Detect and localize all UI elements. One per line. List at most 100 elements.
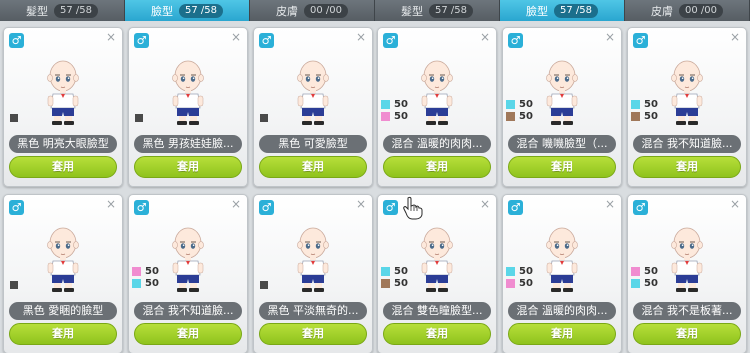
apply-button[interactable]: 套用 bbox=[383, 323, 491, 345]
tab-count: 57 /58 bbox=[429, 3, 473, 18]
apply-button[interactable]: 套用 bbox=[383, 156, 491, 178]
tab-count: 57 /58 bbox=[179, 3, 223, 18]
apply-button[interactable]: 套用 bbox=[633, 156, 741, 178]
face-name-label: 混合 雙色瞳臉型... bbox=[383, 302, 491, 320]
mix-ratio: 50 bbox=[519, 265, 533, 277]
mix-row: 50 bbox=[506, 110, 546, 122]
apply-button[interactable]: 套用 bbox=[508, 156, 616, 178]
tab-skin-right[interactable]: 皮膚 00 /00 bbox=[625, 0, 750, 21]
face-name-label: 黑色 平淡無奇的... bbox=[259, 302, 367, 320]
mix-ratio: 50 bbox=[394, 277, 408, 289]
apply-button[interactable]: 套用 bbox=[134, 156, 242, 178]
tab-hair-left[interactable]: 髮型 57 /58 bbox=[0, 0, 125, 21]
face-card[interactable]: ♂ × 50 50 混合 嘰嘰臉型（... 套用 bbox=[502, 27, 622, 187]
face-card[interactable]: ♂ × 50 50 混合 雙色瞳臉型... 套用 bbox=[377, 194, 497, 353]
close-icon[interactable]: × bbox=[730, 197, 740, 211]
color-swatch bbox=[631, 99, 640, 109]
color-swatch bbox=[132, 266, 141, 276]
color-swatch bbox=[10, 281, 18, 289]
mix-ratio: 50 bbox=[145, 265, 159, 277]
close-icon[interactable]: × bbox=[480, 197, 490, 211]
face-name-label: 黑色 愛睏的臉型 bbox=[9, 302, 117, 320]
character-avatar bbox=[40, 225, 86, 293]
face-name-label: 混合 溫暖的肉肉... bbox=[508, 302, 616, 320]
hand-cursor-icon bbox=[403, 196, 423, 220]
color-swatch bbox=[506, 278, 515, 288]
character-avatar bbox=[40, 58, 86, 126]
male-gender-icon: ♂ bbox=[9, 200, 24, 215]
close-icon[interactable]: × bbox=[106, 197, 116, 211]
face-card[interactable]: ♂ × 50 50 混合 我不知道臉... 套用 bbox=[627, 27, 747, 187]
male-gender-icon: ♂ bbox=[633, 200, 648, 215]
close-icon[interactable]: × bbox=[730, 30, 740, 44]
tab-face-right[interactable]: 臉型 57 /58 bbox=[500, 0, 625, 21]
color-mix: 50 50 bbox=[506, 98, 546, 122]
apply-button[interactable]: 套用 bbox=[9, 323, 117, 345]
face-name-label: 混合 嘰嘰臉型（... bbox=[508, 135, 616, 153]
tab-label: 髮型 bbox=[26, 4, 48, 18]
apply-button[interactable]: 套用 bbox=[508, 323, 616, 345]
face-card[interactable]: ♂ × 50 50 混合 溫暖的肉肉... 套用 bbox=[502, 194, 622, 353]
tab-label: 臉型 bbox=[151, 4, 173, 18]
mix-row: 50 bbox=[381, 265, 421, 277]
close-icon[interactable]: × bbox=[605, 30, 615, 44]
color-swatch bbox=[135, 114, 143, 122]
tab-label: 皮膚 bbox=[651, 4, 673, 18]
male-gender-icon: ♂ bbox=[508, 200, 523, 215]
male-gender-icon: ♂ bbox=[633, 33, 648, 48]
close-icon[interactable]: × bbox=[480, 30, 490, 44]
color-mix: 50 50 bbox=[132, 265, 172, 289]
face-card[interactable]: ♂ × 黑色 可愛臉型 套用 bbox=[253, 27, 373, 187]
male-gender-icon: ♂ bbox=[508, 33, 523, 48]
tab-label: 臉型 bbox=[526, 4, 548, 18]
mix-ratio: 50 bbox=[644, 98, 658, 110]
close-icon[interactable]: × bbox=[605, 197, 615, 211]
face-card[interactable]: ♂ × 黑色 平淡無奇的... 套用 bbox=[253, 194, 373, 353]
face-card[interactable]: ♂ × 黑色 明亮大眼臉型 套用 bbox=[3, 27, 123, 187]
color-mix: 50 50 bbox=[381, 98, 421, 122]
mix-ratio: 50 bbox=[145, 277, 159, 289]
color-swatch bbox=[381, 278, 390, 288]
tab-skin-left[interactable]: 皮膚 00 /00 bbox=[250, 0, 375, 21]
mix-row: 50 bbox=[381, 98, 421, 110]
face-name-label: 黑色 可愛臉型 bbox=[259, 135, 367, 153]
face-card[interactable]: ♂ × 黑色 愛睏的臉型 套用 bbox=[3, 194, 123, 353]
color-swatch bbox=[506, 99, 515, 109]
color-mix: 50 50 bbox=[506, 265, 546, 289]
face-card[interactable]: ♂ × 50 50 混合 溫暖的肉肉... 套用 bbox=[377, 27, 497, 187]
apply-button[interactable]: 套用 bbox=[134, 323, 242, 345]
color-swatch bbox=[10, 114, 18, 122]
mix-row: 50 bbox=[381, 277, 421, 289]
close-icon[interactable]: × bbox=[356, 197, 366, 211]
face-name-label: 黑色 明亮大眼臉型 bbox=[9, 135, 117, 153]
face-card[interactable]: ♂ × 50 50 混合 我不是板著... 套用 bbox=[627, 194, 747, 353]
mix-row: 50 bbox=[631, 265, 671, 277]
close-icon[interactable]: × bbox=[106, 30, 116, 44]
tab-face-left[interactable]: 臉型 57 /58 bbox=[125, 0, 250, 21]
color-swatch bbox=[506, 266, 515, 276]
close-icon[interactable]: × bbox=[231, 30, 241, 44]
face-card[interactable]: ♂ × 黑色 男孩娃娃臉... 套用 bbox=[128, 27, 248, 187]
tab-hair-right[interactable]: 髮型 57 /58 bbox=[375, 0, 500, 21]
color-swatch bbox=[260, 281, 268, 289]
apply-button[interactable]: 套用 bbox=[9, 156, 117, 178]
close-icon[interactable]: × bbox=[231, 197, 241, 211]
apply-button[interactable]: 套用 bbox=[259, 156, 367, 178]
apply-button[interactable]: 套用 bbox=[633, 323, 741, 345]
face-name-label: 混合 我不是板著... bbox=[633, 302, 741, 320]
tab-count: 00 /00 bbox=[679, 3, 723, 18]
mix-row: 50 bbox=[631, 277, 671, 289]
tab-label: 髮型 bbox=[401, 4, 423, 18]
color-swatch bbox=[381, 111, 390, 121]
face-name-label: 黑色 男孩娃娃臉... bbox=[134, 135, 242, 153]
apply-button[interactable]: 套用 bbox=[259, 323, 367, 345]
close-icon[interactable]: × bbox=[356, 30, 366, 44]
character-avatar bbox=[290, 225, 336, 293]
color-swatch bbox=[132, 278, 141, 288]
mix-ratio: 50 bbox=[394, 110, 408, 122]
color-mix: 50 50 bbox=[631, 98, 671, 122]
color-swatch bbox=[260, 114, 268, 122]
male-gender-icon: ♂ bbox=[259, 200, 274, 215]
mix-row: 50 bbox=[132, 277, 172, 289]
face-card[interactable]: ♂ × 50 50 混合 我不知道臉... 套用 bbox=[128, 194, 248, 353]
